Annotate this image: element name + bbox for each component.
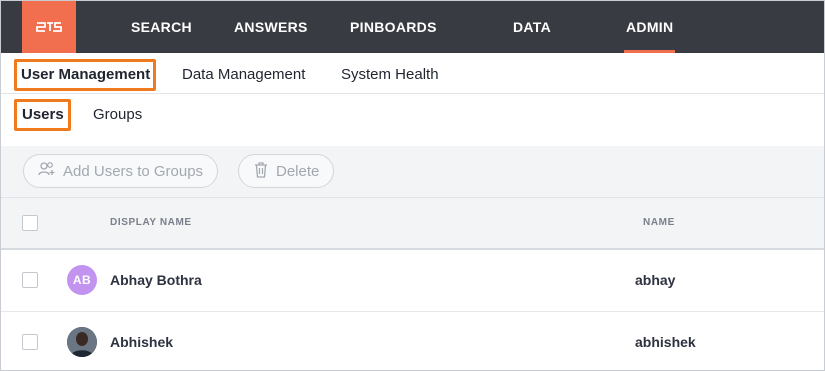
select-all-checkbox[interactable] [22,215,38,231]
table-header: DISPLAY NAME NAME [1,198,824,250]
users-add-icon [38,161,56,181]
nav-search[interactable]: SEARCH [131,1,192,53]
avatar: AB [67,265,97,295]
avatar [67,327,97,357]
avatar-initials: AB [72,273,92,287]
row-checkbox[interactable] [22,334,38,350]
thoughtspot-logo-icon[interactable] [22,1,76,53]
nav-answers[interactable]: ANSWERS [234,1,308,53]
table-row[interactable]: Abhishek abhishek [1,312,824,370]
nav-data[interactable]: DATA [513,1,551,53]
tab-system-health[interactable]: System Health [341,53,439,94]
trash-icon [253,161,269,182]
app-window: SEARCH ANSWERS PINBOARDS DATA ADMIN User… [0,0,825,371]
row-checkbox[interactable] [22,272,38,288]
delete-label: Delete [276,162,320,180]
display-name-cell: Abhishek [110,334,174,350]
highlight-users [14,99,71,131]
name-cell: abhay [635,272,676,288]
tab-groups[interactable]: Groups [93,94,142,136]
highlight-user-management [14,59,156,91]
delete-button[interactable]: Delete [238,154,335,188]
action-toolbar: Add Users to Groups Delete [1,146,824,198]
column-header-name[interactable]: NAME [643,198,675,248]
name-cell: abhishek [635,334,696,350]
tab-data-management[interactable]: Data Management [182,53,305,94]
top-navigation: SEARCH ANSWERS PINBOARDS DATA ADMIN [1,1,824,53]
nav-admin[interactable]: ADMIN [623,1,676,53]
add-users-to-groups-button[interactable]: Add Users to Groups [23,154,219,188]
nav-pinboards[interactable]: PINBOARDS [350,1,437,53]
add-users-to-groups-label: Add Users to Groups [63,162,204,180]
user-management-subtabs: Users Groups [1,94,824,146]
column-header-display-name[interactable]: DISPLAY NAME [110,198,192,248]
table-row[interactable]: AB Abhay Bothra abhay [1,250,824,312]
display-name-cell: Abhay Bothra [110,272,202,288]
